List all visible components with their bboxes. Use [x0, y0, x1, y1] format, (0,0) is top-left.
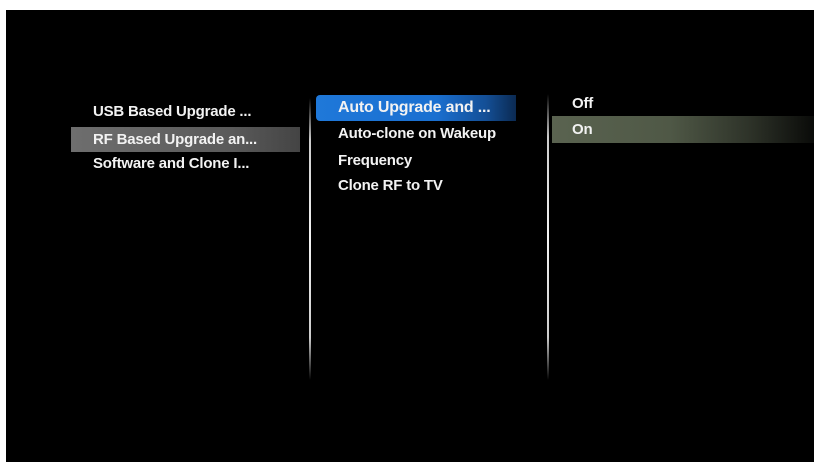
- menu-item-auto-upgrade[interactable]: Auto Upgrade and ...: [338, 96, 491, 120]
- menu-item-rf-based-upgrade[interactable]: RF Based Upgrade an...: [93, 128, 257, 152]
- menu-item-auto-clone-on-wakeup[interactable]: Auto-clone on Wakeup: [338, 122, 496, 146]
- option-off[interactable]: Off: [572, 92, 593, 116]
- menu-item-clone-rf-to-tv[interactable]: Clone RF to TV: [338, 174, 443, 198]
- option-on[interactable]: On: [572, 118, 593, 142]
- menu-item-usb-based-upgrade[interactable]: USB Based Upgrade ...: [93, 100, 252, 124]
- column-divider-2: [547, 94, 549, 380]
- menu-item-frequency[interactable]: Frequency: [338, 149, 412, 173]
- column-divider-1: [309, 98, 311, 380]
- tv-screen: USB Based Upgrade ... RF Based Upgrade a…: [6, 10, 814, 462]
- menu-item-software-and-clone-info[interactable]: Software and Clone I...: [93, 152, 249, 176]
